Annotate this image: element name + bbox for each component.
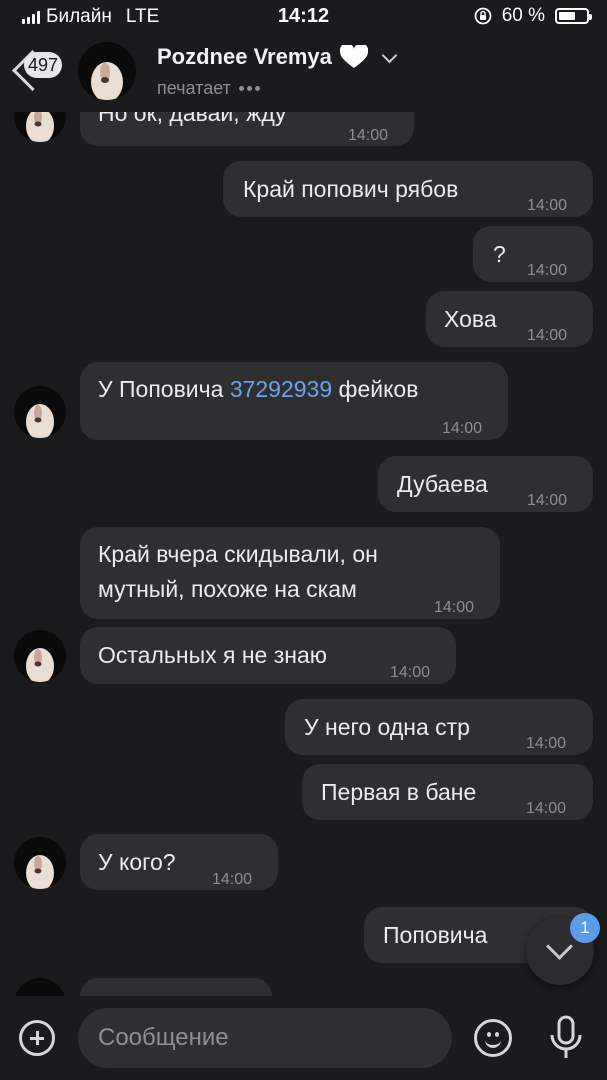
message-time: 14:00: [527, 327, 568, 344]
chevron-down-icon: [546, 933, 573, 960]
heart-icon: [339, 45, 368, 68]
outgoing-message[interactable]: Первая в бане 14:00: [302, 764, 593, 820]
sender-avatar[interactable]: [14, 630, 66, 682]
message-time: 14:00: [527, 492, 568, 509]
status-bar: Билайн LTE 14:12 60 %: [0, 0, 607, 36]
message-time: 14:00: [442, 420, 483, 437]
contact-name[interactable]: Pozdnee Vremya: [157, 44, 398, 70]
incoming-message[interactable]: Остальных я не знаю 14:00: [80, 627, 456, 684]
message-link[interactable]: 37292939: [230, 376, 332, 402]
message-time: 14:00: [348, 127, 389, 144]
message-text: Остальных я не знаю: [98, 642, 328, 668]
unread-count-badge: 497: [24, 52, 63, 78]
status-right: 60 %: [474, 5, 592, 27]
microphone-icon[interactable]: [546, 1015, 586, 1061]
outgoing-message[interactable]: Хова 14:00: [426, 291, 593, 347]
outgoing-message[interactable]: ? 14:00: [473, 226, 593, 282]
message-time: 14:00: [527, 262, 568, 279]
message-time: 14:00: [390, 664, 431, 681]
message-text-after: фейков: [332, 376, 419, 402]
chevron-down-icon[interactable]: [381, 47, 398, 63]
battery-percent: 60 %: [501, 5, 545, 26]
message-list[interactable]: Но ок, давай, жду 14:00 Край попович ряб…: [0, 112, 607, 996]
sender-avatar[interactable]: [14, 386, 66, 438]
outgoing-message[interactable]: Дубаева 14:00: [378, 456, 593, 512]
incoming-message[interactable]: Край вчера скидывали, он мутный, похоже …: [80, 527, 500, 619]
typing-text: печатает: [157, 78, 231, 98]
battery-icon: [555, 8, 592, 24]
message-time: 14:00: [526, 735, 567, 752]
outgoing-message[interactable]: Край попович рябов 14:00: [223, 161, 593, 217]
incoming-message[interactable]: У кого? 14:00: [80, 834, 278, 890]
contact-avatar[interactable]: [78, 42, 136, 100]
composer-bar: [0, 996, 607, 1080]
message-text: У Поповича 37292939 фейков: [98, 376, 418, 402]
message-input[interactable]: [78, 1008, 452, 1068]
incoming-message[interactable]: [80, 978, 272, 996]
message-time: 14:00: [527, 197, 568, 214]
message-text: Дубаева: [397, 471, 488, 497]
emoji-icon[interactable]: [474, 1019, 512, 1057]
sender-avatar[interactable]: [14, 837, 66, 889]
outgoing-message[interactable]: У него одна стр 14:00: [285, 699, 593, 755]
orientation-lock-icon: [474, 7, 492, 25]
message-time: 14:00: [434, 599, 475, 616]
message-text: Первая в бане: [321, 779, 477, 805]
message-text: Край попович рябов: [243, 176, 459, 202]
new-messages-badge: 1: [570, 913, 600, 943]
sender-avatar[interactable]: [14, 112, 66, 142]
chat-header: 497 Pozdnee Vremya печатает: [0, 36, 607, 112]
typing-status: печатает: [157, 78, 260, 99]
message-text: Хова: [444, 306, 497, 332]
message-line-1: Край вчера скидывали, он: [98, 541, 378, 567]
incoming-message[interactable]: У Поповича 37292939 фейков 14:00: [80, 362, 508, 440]
battery-fill: [559, 12, 575, 20]
message-text: Поповича: [383, 922, 488, 948]
attach-plus-icon[interactable]: [19, 1020, 55, 1056]
message-text: У кого?: [98, 849, 176, 875]
message-text: ?: [493, 241, 506, 267]
incoming-message[interactable]: Но ок, давай, жду 14:00: [80, 112, 414, 146]
back-button[interactable]: 497: [11, 44, 74, 104]
message-text: У него одна стр: [304, 714, 470, 740]
contact-name-text: Pozdnee Vremya: [157, 44, 332, 69]
message-time: 14:00: [526, 800, 567, 817]
sender-avatar[interactable]: [14, 978, 66, 996]
typing-dots-icon: [238, 86, 260, 91]
message-time: 14:00: [212, 871, 253, 888]
message-text-before: У Поповича: [98, 376, 230, 402]
message-text: Но ок, давай, жду: [98, 112, 287, 126]
